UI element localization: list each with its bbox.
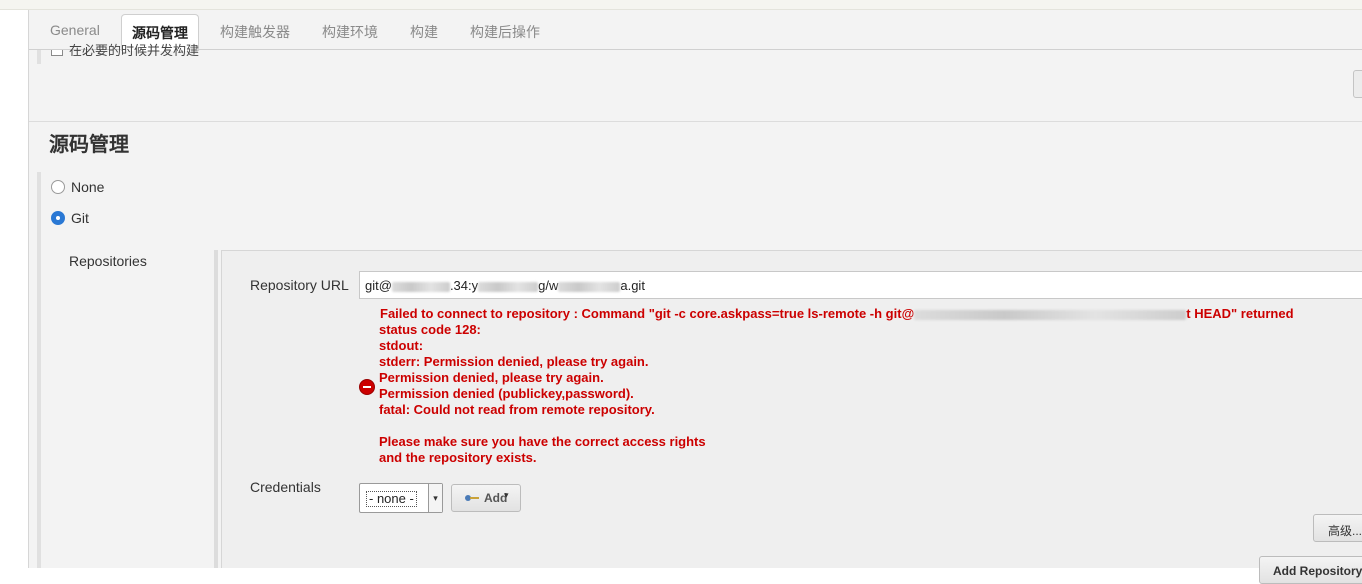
redacted-text	[558, 281, 621, 292]
left-gutter	[0, 10, 29, 568]
chevron-down-icon: ▾	[504, 490, 509, 500]
key-icon	[465, 495, 479, 501]
scm-option-git[interactable]: Git	[51, 210, 89, 226]
chevron-down-icon: ▾	[428, 484, 442, 512]
radio-none-label: None	[71, 179, 105, 195]
redacted-text	[478, 281, 539, 292]
config-main: General 源码管理 构建触发器 构建环境 构建 构建后操作 在必要的时候并…	[29, 10, 1362, 584]
tab-build-environment[interactable]: 构建环境	[322, 22, 378, 42]
radio-none[interactable]	[51, 180, 65, 194]
add-credentials-button[interactable]: Add ▾	[451, 484, 521, 512]
concurrent-build-label: 在必要的时候并发构建	[69, 43, 200, 56]
repositories-label: Repositories	[69, 253, 147, 269]
tab-general[interactable]: General	[50, 22, 100, 38]
section-indent-bar	[37, 50, 41, 64]
scm-option-none[interactable]: None	[51, 179, 104, 195]
tab-post-build-actions[interactable]: 构建后操作	[470, 22, 540, 42]
add-repository-button[interactable]: Add Repository	[1259, 556, 1362, 584]
top-strip	[0, 0, 1362, 10]
tab-build-triggers[interactable]: 构建触发器	[220, 22, 290, 42]
previous-section-button[interactable]	[1353, 70, 1362, 98]
section-indent-bar	[37, 172, 41, 568]
error-circle-icon	[359, 379, 375, 395]
radio-git[interactable]	[51, 211, 65, 225]
repository-url-input[interactable]: git@ .34:y g/w a.git	[359, 271, 1362, 299]
previous-section: 在必要的时候并发构建	[29, 43, 1362, 122]
redacted-text	[391, 281, 450, 292]
advanced-button[interactable]: 高级...	[1313, 514, 1362, 542]
connection-error-message: Failed to connect to repository : Comman…	[379, 306, 1294, 465]
section-title: 源码管理	[49, 134, 129, 156]
radio-git-label: Git	[71, 210, 89, 226]
credentials-selected-value: - none -	[366, 491, 417, 507]
repositories-indent-bar	[214, 250, 218, 568]
credentials-label: Credentials	[250, 479, 321, 495]
tab-build[interactable]: 构建	[410, 22, 438, 42]
repository-url-label: Repository URL	[250, 277, 349, 293]
credentials-select[interactable]: - none - ▾	[359, 483, 443, 513]
concurrent-build-checkbox[interactable]	[51, 50, 63, 56]
redacted-text	[914, 309, 1187, 320]
tab-bar: General 源码管理 构建触发器 构建环境 构建 构建后操作	[29, 10, 1362, 51]
